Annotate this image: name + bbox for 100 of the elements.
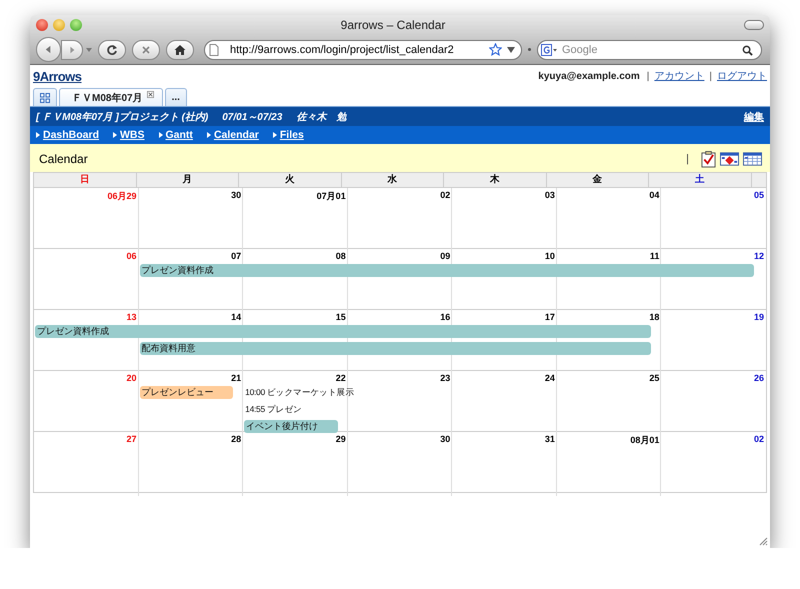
day-number: 02 — [752, 433, 765, 445]
day-number: 17 — [544, 311, 556, 323]
forward-button[interactable] — [61, 40, 83, 60]
triangle-icon — [36, 132, 40, 138]
weekday-header: 木 — [444, 173, 547, 187]
day-number: 21 — [230, 372, 242, 384]
toolbar-toggle-button[interactable] — [744, 20, 764, 30]
edit-link[interactable]: 編集 — [744, 110, 764, 124]
project-owner: 佐々木 勉 — [296, 110, 346, 124]
resize-grip-icon[interactable] — [758, 536, 768, 546]
nav-link[interactable]: Files — [272, 129, 304, 141]
day-number: 14 — [230, 311, 242, 323]
weekday-header: 月 — [136, 173, 240, 187]
back-icon — [44, 45, 53, 54]
star-icon[interactable] — [489, 43, 502, 56]
dropdown-icon[interactable] — [507, 46, 515, 52]
day-number: 10 — [544, 250, 556, 262]
day-number: 07 — [230, 250, 242, 262]
calendar-title: Calendar — [39, 152, 88, 166]
weekday-header: 火 — [239, 173, 342, 187]
day-number: 28 — [230, 433, 242, 445]
triangle-icon — [206, 132, 211, 138]
day-number: 15 — [334, 311, 347, 323]
day-number: 25 — [648, 372, 660, 384]
close-icon — [141, 44, 151, 54]
grid-icon — [40, 92, 50, 102]
day-number: 09 — [439, 250, 452, 262]
event-bar[interactable]: プレゼン資料作成 — [140, 264, 754, 277]
event-bar[interactable]: 配布資料用意 — [140, 342, 652, 355]
event-text[interactable]: 14:55 プレゼン — [243, 403, 302, 418]
day-number: 19 — [752, 311, 765, 323]
separator-icon — [528, 48, 531, 51]
event-bar[interactable]: プレゼンレビュー — [140, 386, 234, 399]
event-bar[interactable]: イベント後片付け — [244, 420, 338, 433]
day-number: 08 — [334, 250, 347, 262]
day-number: 30 — [230, 189, 242, 201]
home-icon — [174, 44, 186, 56]
search-field[interactable]: Google — [537, 40, 762, 60]
triangle-icon — [113, 132, 118, 138]
back-button[interactable] — [36, 37, 61, 62]
search-engine-icon[interactable] — [541, 44, 557, 56]
separator: | — [646, 70, 650, 82]
home-button[interactable] — [166, 40, 194, 60]
nav-link[interactable]: Gantt — [158, 129, 193, 141]
day-number: 18 — [648, 311, 660, 323]
separator: | — [709, 70, 712, 82]
reload-button[interactable] — [98, 40, 126, 60]
day-number: 30 — [439, 433, 452, 445]
stop-button[interactable] — [132, 40, 160, 60]
triangle-icon — [158, 132, 163, 138]
nav-link[interactable]: WBS — [113, 129, 145, 141]
nav-link[interactable]: Calendar — [206, 129, 259, 141]
calendar-icon[interactable] — [720, 152, 739, 166]
day-number: 16 — [439, 311, 452, 323]
day-number: 08月01 — [629, 434, 660, 445]
day-number: 22 — [334, 372, 347, 384]
weekday-header: 金 — [546, 173, 650, 187]
weekday-header: 土 — [649, 173, 752, 187]
day-number: 13 — [126, 311, 138, 323]
forward-icon — [68, 46, 76, 54]
project-title: [ ＦＶM08年07月 ]プロジェクト (社内) — [36, 110, 208, 124]
day-number: 20 — [126, 372, 138, 384]
nav-link[interactable]: DashBoard — [36, 129, 100, 141]
day-number: 26 — [752, 372, 765, 384]
checklist-icon[interactable] — [701, 150, 716, 168]
day-number: 31 — [544, 433, 556, 445]
search-icon[interactable] — [742, 44, 753, 56]
close-icon[interactable] — [146, 91, 154, 98]
day-number: 29 — [334, 433, 347, 445]
triangle-icon — [272, 132, 277, 138]
day-number: 05 — [752, 189, 765, 201]
window-title: 9arrows – Calendar — [340, 18, 446, 32]
day-number: 06 — [126, 250, 138, 262]
event-bar[interactable]: プレゼン資料作成 — [35, 325, 652, 338]
account-link[interactable]: アカウント — [654, 69, 704, 83]
calendar-icon[interactable] — [743, 152, 762, 166]
address-field[interactable]: http://9arrows.com/login/project/list_calendar2 — [204, 40, 522, 60]
day-number: 11 — [648, 250, 660, 262]
day-number: 02 — [439, 189, 452, 201]
event-text[interactable]: 10:00 ビックマーケット展示 — [243, 386, 354, 401]
tab[interactable]: ＦＶM08年07月 — [59, 88, 163, 106]
day-number: 12 — [752, 250, 765, 262]
project-period: 07/01～07/23 — [222, 110, 282, 124]
tab[interactable]: ... — [164, 88, 187, 106]
user-email: kyuya@example.com — [538, 70, 640, 82]
day-number: 06月29 — [106, 190, 138, 201]
day-number: 03 — [544, 189, 556, 201]
close-button[interactable] — [36, 19, 48, 31]
account-link[interactable]: ログアウト — [717, 69, 767, 83]
site-logo[interactable]: 9Arrows — [33, 68, 82, 84]
day-number: 24 — [544, 372, 556, 384]
page-icon — [209, 44, 219, 56]
weekday-header: 水 — [342, 173, 444, 187]
day-number: 27 — [126, 433, 138, 445]
day-number: 07月01 — [316, 190, 347, 201]
separator: | — [686, 153, 689, 165]
weekday-header: 日 — [34, 173, 137, 187]
reload-icon — [106, 44, 118, 56]
day-number: 23 — [439, 372, 452, 384]
tab[interactable] — [33, 88, 57, 106]
